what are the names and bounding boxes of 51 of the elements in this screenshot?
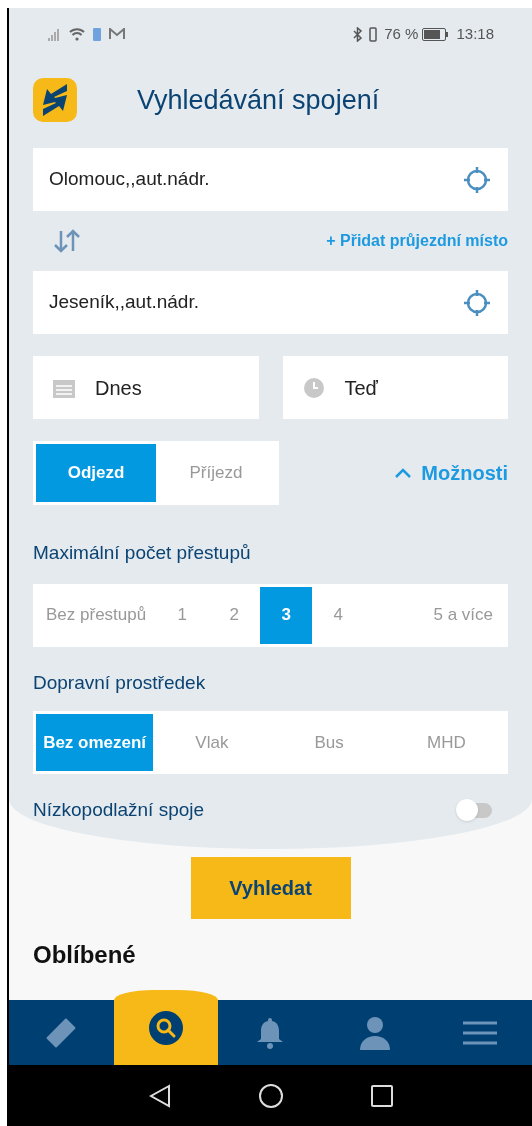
transfer-option[interactable]: 3 [260,586,313,644]
transfer-option[interactable]: Bez přestupů [36,586,157,644]
favorites-title: Oblíbené [33,939,137,970]
transport-option[interactable]: Vlak [153,714,271,771]
clock: 13:18 [456,23,494,44]
recents-icon[interactable] [370,1084,393,1107]
locate-icon[interactable] [462,164,492,195]
signal-icon [47,27,61,41]
user-icon[interactable] [359,1015,392,1050]
transfer-option[interactable]: 4 [312,586,365,644]
swap-icon[interactable] [53,229,81,253]
menu-icon[interactable] [462,1020,497,1045]
battery-percent: 76 % [384,23,419,44]
calendar-icon [53,377,75,398]
add-stop-link[interactable]: + Přidat průjezdní místo [326,229,508,253]
date-field[interactable]: Dnes [33,356,259,419]
to-field[interactable]: Jeseník,,aut.nádr. [33,271,508,334]
search-icon[interactable] [148,1010,183,1045]
low-floor-label: Nízkopodlažní spoje [33,798,205,822]
mail-icon [109,28,125,40]
app-logo [31,76,79,124]
transport-label: Dopravní prostředek [33,670,207,695]
search-button[interactable]: Vyhledat [190,856,351,919]
transport-option[interactable]: Bez omezení [36,714,154,771]
battery-charging-icon [93,27,101,41]
transfer-option[interactable]: 1 [156,586,209,644]
from-field[interactable]: Olomouc,,aut.nádr. [33,148,508,211]
clock-icon [302,376,325,399]
to-value: Jeseník,,aut.nádr. [49,290,199,315]
home-icon[interactable] [258,1083,283,1108]
low-floor-switch[interactable] [456,802,492,818]
date-value: Dnes [95,375,142,401]
transfers-label: Maximální počet přestupů [33,541,252,565]
bell-icon[interactable] [256,1015,285,1050]
from-value: Olomouc,,aut.nádr. [49,167,210,192]
page-title: Vyhledávání spojení [137,83,380,117]
battery-icon [422,27,449,41]
time-field[interactable]: Teď [282,356,508,419]
transfer-option[interactable]: 2 [208,586,261,644]
bluetooth-icon [353,26,363,42]
wifi-icon [69,27,85,41]
locate-icon[interactable] [462,287,492,318]
transfer-option[interactable]: 5 a více [421,586,505,644]
back-icon[interactable] [148,1083,171,1108]
time-value: Teď [344,375,378,401]
options-toggle[interactable]: Možnosti [395,458,508,488]
nav-tab[interactable] [113,990,219,1065]
direction-tab[interactable]: Odjezd [36,444,156,502]
transport-option[interactable]: MHD [387,714,505,771]
transport-option[interactable]: Bus [270,714,388,771]
chevron-icon [395,468,412,478]
